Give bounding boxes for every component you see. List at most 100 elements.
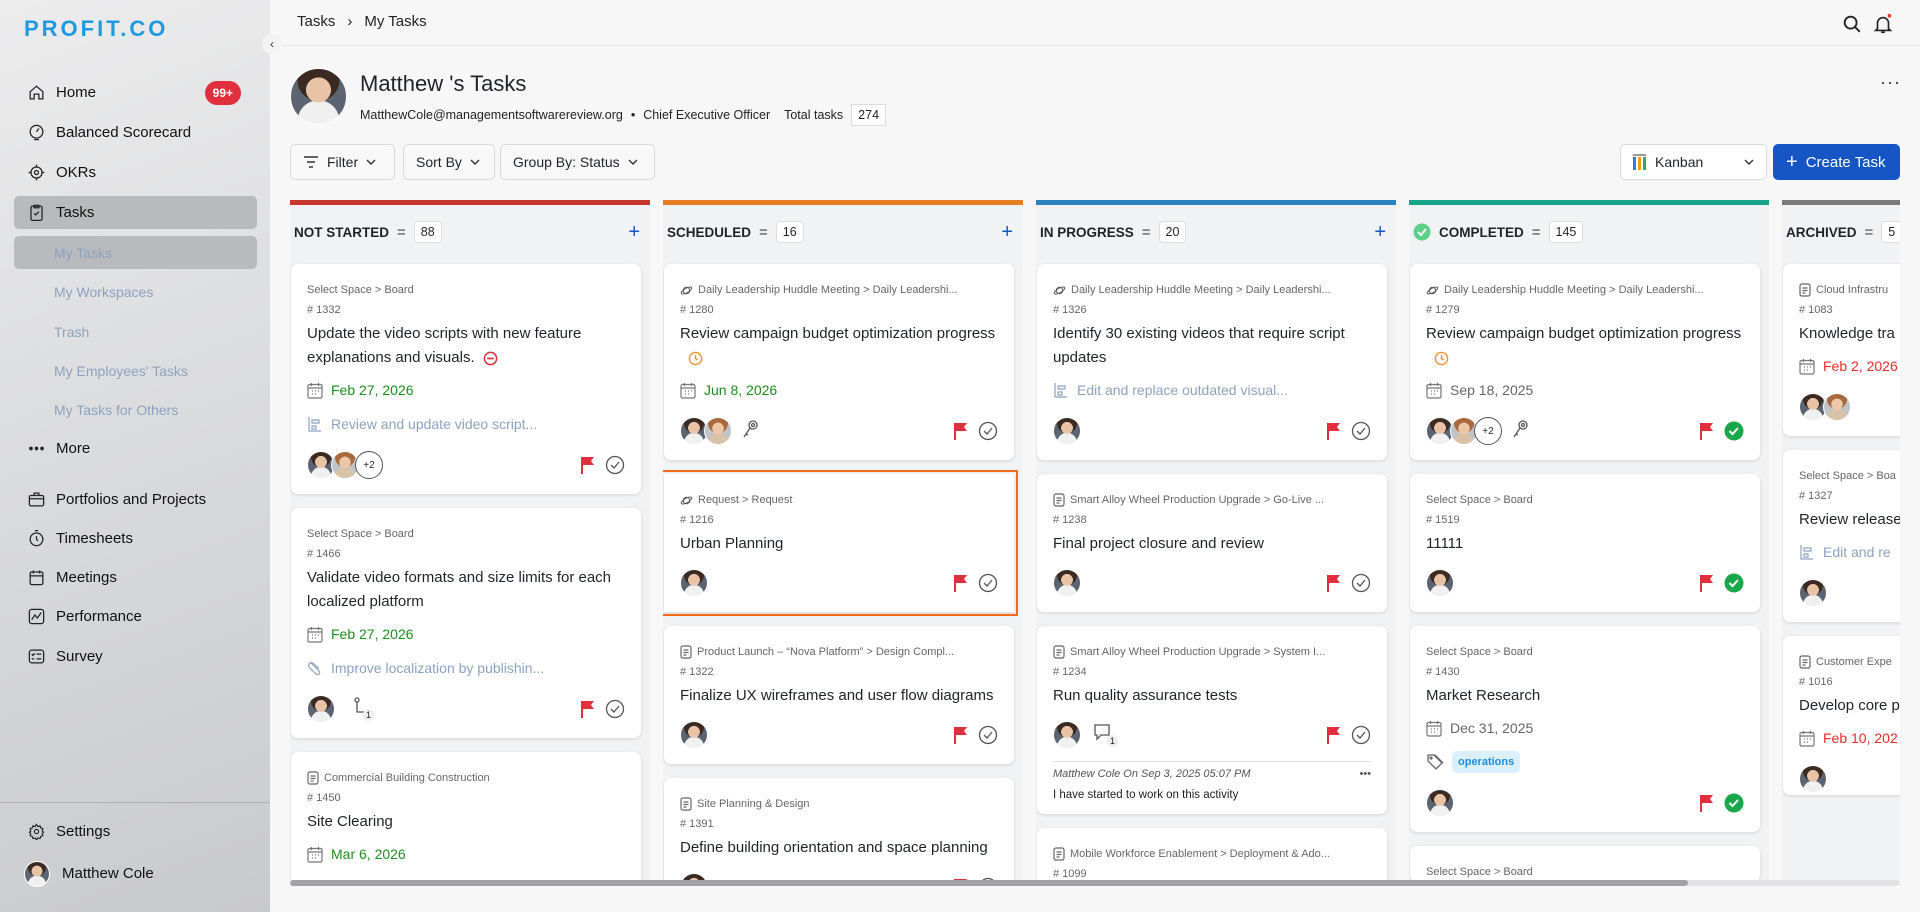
priority-flag-icon[interactable] bbox=[954, 422, 968, 440]
task-card[interactable]: Smart Alloy Wheel Production Upgrade > S… bbox=[1037, 626, 1387, 814]
create-task-button[interactable]: + Create Task bbox=[1773, 144, 1900, 180]
task-card[interactable]: Mobile Workforce Enablement > Deployment… bbox=[1037, 828, 1387, 880]
sidebar-item-timesheets[interactable]: Timesheets bbox=[14, 522, 257, 555]
filter-button[interactable]: Filter bbox=[290, 144, 395, 180]
sidebar-item-performance[interactable]: Performance bbox=[14, 600, 257, 633]
profitco-logo[interactable]: PROFIT.CO bbox=[24, 16, 168, 42]
assignee-avatar[interactable] bbox=[704, 417, 732, 445]
subtask-link[interactable]: Edit and re bbox=[1799, 538, 1900, 566]
priority-flag-icon[interactable] bbox=[1700, 794, 1714, 812]
mark-complete-icon[interactable] bbox=[605, 455, 625, 475]
reorder-icon[interactable]: = bbox=[759, 224, 768, 241]
sidebar-item-settings[interactable]: Settings bbox=[14, 815, 257, 848]
sidebar-item-balanced-scorecard[interactable]: Balanced Scorecard bbox=[14, 116, 257, 149]
mark-complete-icon[interactable] bbox=[1351, 573, 1371, 593]
sidebar-item-tasks[interactable]: Tasks bbox=[14, 196, 257, 229]
more-assignees[interactable]: +2 bbox=[355, 451, 383, 479]
sidebar-item-trash[interactable]: Trash bbox=[14, 315, 257, 348]
assignee-avatar[interactable] bbox=[1426, 569, 1454, 597]
more-options-icon[interactable]: ··· bbox=[1880, 72, 1901, 93]
task-card[interactable]: Smart Alloy Wheel Production Upgrade > G… bbox=[1037, 474, 1387, 612]
task-card[interactable]: Select Space > Board # 1430 Market Researc… bbox=[1410, 626, 1760, 832]
task-card[interactable]: Cloud Infrastru # 1083 Knowledge tra Feb 2,… bbox=[1783, 264, 1900, 436]
view-select-kanban[interactable]: Kanban bbox=[1620, 144, 1767, 180]
priority-flag-icon[interactable] bbox=[581, 456, 595, 474]
task-card[interactable]: Select Space > Board # 1519 11111 bbox=[1410, 474, 1760, 612]
add-task-button[interactable]: + bbox=[628, 221, 640, 244]
sidebar-item-my-employees-tasks[interactable]: My Employees' Tasks bbox=[14, 354, 257, 387]
task-card[interactable]: Product Launch – “Nova Platform” > Desig… bbox=[664, 626, 1014, 764]
assignee-avatar[interactable] bbox=[307, 695, 335, 723]
priority-flag-icon[interactable] bbox=[1700, 574, 1714, 592]
sidebar-item-my-tasks-for-others[interactable]: My Tasks for Others bbox=[14, 393, 257, 426]
mark-complete-icon[interactable] bbox=[605, 699, 625, 719]
task-card[interactable]: Daily Leadership Huddle Meeting > Daily … bbox=[1410, 264, 1760, 460]
reorder-icon[interactable]: = bbox=[1142, 224, 1151, 241]
subtask-link[interactable]: Edit and replace outdated visual... bbox=[1053, 376, 1371, 404]
task-card[interactable]: Daily Leadership Huddle Meeting > Daily … bbox=[664, 264, 1014, 460]
task-card[interactable]: Select Space > Boa # 1327 Review release g… bbox=[1783, 450, 1900, 622]
bell-icon[interactable] bbox=[1872, 13, 1894, 35]
comments-indicator[interactable]: 1 bbox=[1093, 723, 1119, 747]
reorder-icon[interactable]: = bbox=[1865, 224, 1874, 241]
completed-check-icon[interactable] bbox=[1724, 421, 1744, 441]
assignee-avatar[interactable] bbox=[680, 873, 708, 880]
priority-flag-icon[interactable] bbox=[954, 574, 968, 592]
assignee-avatar[interactable] bbox=[680, 721, 708, 749]
assignee-avatar[interactable] bbox=[1053, 721, 1081, 749]
scrollbar-thumb[interactable] bbox=[290, 880, 1688, 886]
completed-check-icon[interactable] bbox=[1724, 573, 1744, 593]
priority-flag-icon[interactable] bbox=[1327, 422, 1341, 440]
add-task-button[interactable]: + bbox=[1374, 221, 1386, 244]
reorder-icon[interactable]: = bbox=[1532, 224, 1541, 241]
subtask-link[interactable]: Improve localization by publishin... bbox=[307, 654, 625, 682]
task-card[interactable]: Request > Request # 1216 Urban Planning bbox=[663, 470, 1018, 616]
priority-flag-icon[interactable] bbox=[1700, 422, 1714, 440]
subtasks-indicator[interactable]: 1 bbox=[353, 697, 375, 721]
breadcrumb-tasks[interactable]: Tasks bbox=[297, 13, 335, 30]
key-result-link[interactable] bbox=[742, 419, 760, 444]
task-card[interactable]: Commercial Building Construction # 1450 Si… bbox=[291, 752, 641, 880]
mark-complete-icon[interactable] bbox=[978, 725, 998, 745]
subtask-link[interactable]: Review and update video script... bbox=[307, 410, 625, 438]
task-card[interactable]: Select Space > Board # 1332 Update the vid… bbox=[291, 264, 641, 494]
task-card[interactable]: Select Space > Board bbox=[1410, 846, 1760, 880]
task-card[interactable]: Daily Leadership Huddle Meeting > Daily … bbox=[1037, 264, 1387, 460]
sort-by-button[interactable]: Sort By bbox=[403, 144, 495, 180]
tag-badge[interactable]: operations bbox=[1452, 751, 1521, 773]
comment-more-icon[interactable]: ••• bbox=[1359, 768, 1371, 780]
sidebar-item-survey[interactable]: Survey bbox=[14, 640, 257, 673]
priority-flag-icon[interactable] bbox=[1327, 574, 1341, 592]
assignee-avatar[interactable] bbox=[1823, 393, 1851, 421]
more-assignees[interactable]: +2 bbox=[1474, 417, 1502, 445]
sidebar-item-my-tasks[interactable]: My Tasks bbox=[14, 236, 257, 269]
assignee-avatar[interactable] bbox=[1053, 417, 1081, 445]
sidebar-item-more[interactable]: More bbox=[14, 432, 257, 465]
priority-flag-icon[interactable] bbox=[581, 700, 595, 718]
search-icon[interactable] bbox=[1841, 13, 1863, 35]
sidebar-item-meetings[interactable]: Meetings bbox=[14, 561, 257, 594]
mark-complete-icon[interactable] bbox=[978, 573, 998, 593]
sidebar-item-portfolios-and-projects[interactable]: Portfolios and Projects bbox=[14, 483, 257, 516]
mark-complete-icon[interactable] bbox=[1351, 725, 1371, 745]
assignee-avatar[interactable] bbox=[1053, 569, 1081, 597]
assignee-avatar[interactable] bbox=[1799, 765, 1827, 793]
sidebar-user-profile[interactable]: Matthew Cole bbox=[14, 857, 257, 890]
priority-flag-icon[interactable] bbox=[954, 726, 968, 744]
collapse-sidebar-button[interactable]: ‹ bbox=[262, 34, 282, 54]
add-task-button[interactable]: + bbox=[1001, 221, 1013, 244]
sidebar-item-okrs[interactable]: OKRs bbox=[14, 156, 257, 189]
reorder-icon[interactable]: = bbox=[397, 224, 406, 241]
assignee-avatar[interactable] bbox=[1799, 579, 1827, 607]
key-result-link[interactable] bbox=[1512, 419, 1530, 444]
assignee-avatar[interactable] bbox=[1426, 789, 1454, 817]
priority-flag-icon[interactable] bbox=[1327, 726, 1341, 744]
task-card[interactable]: Site Planning & Design # 1391 Define build… bbox=[664, 778, 1014, 880]
group-by-button[interactable]: Group By: Status bbox=[500, 144, 655, 180]
task-card[interactable]: Select Space > Board # 1466 Validate video… bbox=[291, 508, 641, 738]
horizontal-scrollbar[interactable] bbox=[290, 880, 1900, 886]
mark-complete-icon[interactable] bbox=[1351, 421, 1371, 441]
sidebar-item-home[interactable]: Home 99+ bbox=[14, 76, 257, 109]
sidebar-item-my-workspaces[interactable]: My Workspaces bbox=[14, 275, 257, 308]
completed-check-icon[interactable] bbox=[1724, 793, 1744, 813]
